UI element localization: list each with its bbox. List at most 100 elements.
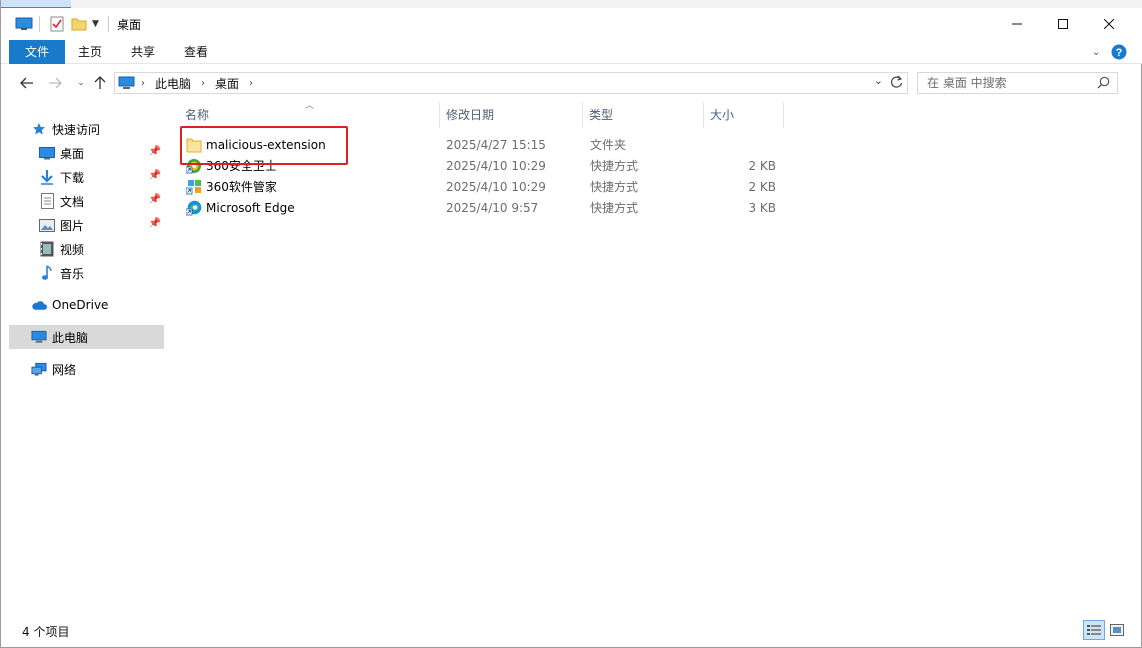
nav-label: 视频 — [60, 242, 85, 257]
window-icon[interactable] — [15, 8, 33, 40]
this-pc-icon — [118, 76, 135, 90]
pictures-icon — [39, 217, 55, 233]
pin-icon[interactable]: 📌 — [149, 146, 161, 157]
search-box[interactable] — [917, 72, 1118, 94]
file-size: 3 KB — [748, 201, 776, 215]
tab-home[interactable]: 主页 — [69, 40, 111, 64]
nav-item-downloads[interactable]: 下载 📌 — [39, 165, 164, 189]
search-icon[interactable] — [1097, 76, 1110, 89]
file-type: 快捷方式 — [590, 159, 639, 173]
nav-item-pictures[interactable]: 图片 📌 — [39, 213, 164, 237]
onedrive-cloud-icon — [31, 297, 47, 313]
column-header-size[interactable]: 大小 — [704, 102, 784, 128]
nav-onedrive[interactable]: OneDrive — [31, 293, 186, 317]
tab-view[interactable]: 查看 — [175, 40, 217, 64]
nav-item-desktop[interactable]: 桌面 📌 — [39, 141, 164, 165]
details-view-button[interactable] — [1083, 620, 1105, 640]
large-icons-view-button[interactable] — [1106, 620, 1128, 640]
title-bar: ▼ 桌面 — [1, 8, 1142, 40]
tab-file[interactable]: 文件 — [9, 40, 65, 64]
file-size: 2 KB — [748, 180, 776, 194]
navigation-bar: ⌄ › 此电脑 › 桌面 › ⌄ — [1, 68, 1142, 98]
properties-icon[interactable] — [49, 8, 65, 40]
forward-button[interactable] — [45, 72, 65, 94]
nav-label: OneDrive — [52, 298, 109, 312]
nav-this-pc[interactable]: 此电脑 — [9, 325, 164, 349]
navigation-pane: 快速访问 桌面 📌 下载 📌 文档 📌 图片 📌 视频 音乐 OneDrive … — [1, 110, 167, 620]
nav-label: 此电脑 — [52, 330, 89, 345]
documents-icon — [39, 193, 55, 209]
this-pc-icon — [31, 329, 47, 345]
network-icon — [31, 361, 47, 377]
tab-share[interactable]: 共享 — [121, 40, 165, 64]
360-security-icon — [185, 158, 202, 174]
status-bar: 4 个项目 — [1, 620, 1141, 642]
file-name: 360软件管家 — [206, 180, 277, 194]
column-header-name[interactable]: 名称 — [179, 102, 440, 128]
explorer-window: ▼ 桌面 文件 主页 共享 查看 ⌄ ? ⌄ › 此电脑 › 桌面 › ⌄ 在 … — [0, 0, 1142, 648]
background-selection — [1, 0, 71, 8]
svg-text:?: ? — [1116, 47, 1123, 59]
nav-item-documents[interactable]: 文档 📌 — [39, 189, 164, 213]
pin-icon[interactable]: 📌 — [149, 170, 161, 181]
folder-icon — [186, 137, 202, 153]
file-name: 360安全卫士 — [206, 159, 277, 173]
back-button[interactable] — [17, 72, 37, 94]
background-strip — [1, 0, 1142, 8]
address-bar[interactable]: › 此电脑 › 桌面 › ⌄ — [114, 72, 908, 94]
pin-icon[interactable]: 📌 — [149, 218, 161, 229]
file-modified: 2025/4/10 10:29 — [446, 180, 546, 194]
toolbar-divider — [39, 8, 40, 40]
file-size: 2 KB — [748, 159, 776, 173]
search-input[interactable] — [927, 76, 1097, 90]
file-size — [741, 135, 776, 156]
breadcrumb-separator: › — [249, 77, 254, 89]
recent-locations-icon[interactable]: ⌄ — [71, 72, 91, 94]
pin-icon[interactable]: 📌 — [149, 194, 161, 205]
file-row-microsoft-edge[interactable]: Microsoft Edge 2025/4/10 9:57 快捷方式 3 KB — [181, 198, 781, 219]
refresh-icon[interactable] — [890, 75, 903, 89]
nav-label: 快速访问 — [52, 122, 101, 137]
ribbon-tabs: 文件 主页 共享 查看 ⌄ ? — [1, 40, 1142, 64]
nav-quick-access[interactable]: 快速访问 — [31, 117, 186, 141]
edge-icon — [185, 200, 202, 216]
file-name: Microsoft Edge — [206, 201, 295, 215]
file-modified: 2025/4/27 15:15 — [446, 138, 546, 152]
star-icon — [31, 121, 47, 137]
nav-network[interactable]: 网络 — [31, 357, 186, 381]
file-modified: 2025/4/10 9:57 — [446, 201, 539, 215]
videos-icon — [39, 241, 55, 257]
nav-item-videos[interactable]: 视频 — [39, 237, 164, 261]
file-type: 快捷方式 — [590, 180, 639, 194]
breadcrumb-desktop[interactable]: 桌面 — [215, 75, 239, 92]
file-row-360-software-manager[interactable]: 360软件管家 2025/4/10 10:29 快捷方式 2 KB — [181, 177, 781, 198]
file-row-360-security[interactable]: 360安全卫士 2025/4/10 10:29 快捷方式 2 KB — [181, 156, 781, 177]
new-folder-icon[interactable] — [71, 8, 87, 40]
file-name: malicious-extension — [206, 138, 326, 152]
customize-toolbar-icon[interactable]: ▼ — [92, 8, 99, 40]
column-header-modified[interactable]: 修改日期 — [440, 102, 583, 128]
file-row-malicious-extension[interactable]: malicious-extension 2025/4/27 15:15 文件夹 — [181, 135, 781, 156]
music-icon — [39, 265, 55, 281]
minimize-button[interactable] — [994, 8, 1040, 40]
nav-label: 网络 — [52, 362, 77, 377]
file-list: ︿ 名称 修改日期 类型 大小 malicious-extension 2025… — [169, 100, 1134, 615]
close-button[interactable] — [1086, 8, 1132, 40]
360-software-manager-icon — [185, 179, 202, 195]
nav-label: 桌面 — [60, 146, 85, 161]
breadcrumb-this-pc[interactable]: 此电脑 — [155, 75, 191, 92]
breadcrumb-separator: › — [141, 77, 145, 89]
download-icon — [39, 169, 55, 185]
nav-label: 文档 — [60, 194, 85, 209]
address-dropdown-icon[interactable]: ⌄ — [874, 74, 883, 87]
nav-label: 音乐 — [60, 266, 85, 281]
breadcrumb-separator: › — [201, 77, 206, 89]
file-type: 文件夹 — [590, 138, 627, 152]
expand-ribbon-icon[interactable]: ⌄ — [1092, 44, 1100, 60]
maximize-button[interactable] — [1040, 8, 1086, 40]
help-icon[interactable]: ? — [1111, 44, 1127, 60]
file-modified: 2025/4/10 10:29 — [446, 159, 546, 173]
up-button[interactable] — [90, 72, 110, 94]
nav-item-music[interactable]: 音乐 — [39, 261, 164, 285]
column-header-type[interactable]: 类型 — [583, 102, 704, 128]
